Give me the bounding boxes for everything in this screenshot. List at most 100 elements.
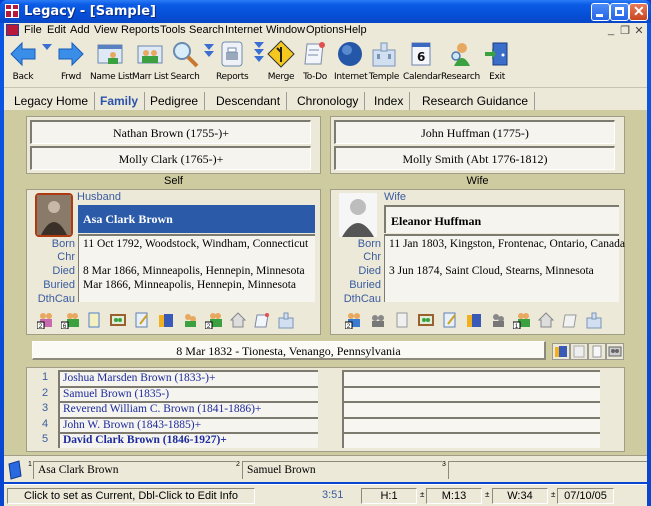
- todo-button[interactable]: To-Do: [300, 40, 330, 82]
- bookmark-book-icon[interactable]: [6, 460, 24, 480]
- mdi-close-button[interactable]: ✕: [632, 24, 646, 37]
- parents-icon[interactable]: 1: [513, 311, 531, 329]
- child-spouse-slot[interactable]: [342, 432, 600, 448]
- edit-individual-icon[interactable]: [441, 311, 459, 329]
- husband-died-row[interactable]: Died 8 Mar 1866, Minneapolis, Hennepin, M…: [52, 265, 315, 279]
- wife-father-button[interactable]: John Huffman (1775-): [334, 120, 615, 144]
- bookmark-3[interactable]: [448, 461, 647, 479]
- menu-view[interactable]: View: [94, 24, 118, 36]
- close-button[interactable]: ✕: [629, 3, 648, 21]
- wife-facts[interactable]: Born 11 Jan 1803, Kingston, Frontenac, On…: [344, 234, 625, 305]
- wife-buried-row[interactable]: Buried: [349, 279, 619, 293]
- exit-button[interactable]: Exit: [482, 40, 512, 82]
- sources-book-icon[interactable]: [465, 311, 483, 329]
- tab-research-guidance[interactable]: Research Guidance: [422, 92, 536, 110]
- child-spouse-slot[interactable]: [342, 385, 600, 402]
- sources-book-icon[interactable]: [157, 311, 175, 329]
- document-icon[interactable]: [6, 24, 19, 36]
- tab-pedigree[interactable]: Pedigree: [150, 92, 206, 110]
- mdi-restore-button[interactable]: ❐: [618, 24, 632, 37]
- lds-temple-icon[interactable]: [585, 311, 603, 329]
- menu-reports[interactable]: Reports: [121, 24, 160, 36]
- tab-family[interactable]: Family: [100, 92, 146, 110]
- reports-dropdown[interactable]: [254, 42, 264, 48]
- wife-photo[interactable]: [339, 193, 377, 237]
- child-row[interactable]: Samuel Brown (1835-): [58, 385, 318, 402]
- tab-index[interactable]: Index: [374, 92, 411, 110]
- siblings-icon[interactable]: [181, 311, 199, 329]
- children-icon[interactable]: 6: [61, 311, 79, 329]
- children-disabled-icon[interactable]: [369, 311, 387, 329]
- marriage-pictures-button[interactable]: [606, 343, 624, 360]
- forward-button[interactable]: Frwd: [54, 40, 88, 82]
- temple-button[interactable]: Temple: [368, 40, 400, 82]
- search-button[interactable]: Search: [170, 40, 200, 82]
- marriage-list-button[interactable]: Marr List: [132, 40, 169, 82]
- marriage-sources-button[interactable]: [552, 343, 570, 360]
- calendar-button[interactable]: 6 Calendar: [403, 40, 441, 82]
- merge-button[interactable]: Merge: [266, 40, 296, 82]
- reports-button[interactable]: Reports: [216, 40, 249, 82]
- marriage-notes-button[interactable]: [588, 343, 606, 360]
- menu-edit[interactable]: Edit: [47, 24, 66, 36]
- minimize-button[interactable]: [591, 3, 610, 21]
- child-spouse-slot[interactable]: [342, 401, 600, 417]
- wife-dthcau-row[interactable]: DthCau: [344, 293, 619, 307]
- menu-search[interactable]: Search: [189, 24, 224, 36]
- child-row[interactable]: Joshua Marsden Brown (1833-)+: [58, 370, 318, 386]
- name-list-button[interactable]: Name List: [90, 40, 133, 82]
- husband-born-row[interactable]: Born 11 Oct 1792, Woodstock, Windham, Con…: [52, 238, 315, 252]
- wife-chr-row[interactable]: Chr: [363, 251, 619, 265]
- child-spouse-slot[interactable]: [342, 416, 600, 433]
- husband-name[interactable]: Asa Clark Brown: [78, 205, 315, 233]
- notes-empty-icon[interactable]: [393, 311, 411, 329]
- child-spouse-slot[interactable]: [342, 370, 600, 386]
- edit-individual-icon[interactable]: [133, 311, 151, 329]
- notes-icon[interactable]: [85, 311, 103, 329]
- self-mother-button[interactable]: Molly Clark (1765-)+: [30, 146, 311, 170]
- research-button[interactable]: Research: [441, 40, 480, 82]
- child-row[interactable]: John W. Brown (1843-1885)+: [58, 416, 318, 433]
- bookmark-2[interactable]: Samuel Brown: [242, 461, 442, 479]
- menu-file[interactable]: File: [24, 24, 42, 36]
- spouses-icon[interactable]: 2: [37, 311, 55, 329]
- child-row[interactable]: Reverend William C. Brown (1841-1886)+: [58, 401, 318, 417]
- bookmark-1[interactable]: Asa Clark Brown: [33, 461, 236, 479]
- picture-icon[interactable]: [109, 311, 127, 329]
- menu-add[interactable]: Add: [70, 24, 90, 36]
- search-dropdown[interactable]: [204, 44, 214, 50]
- self-father-button[interactable]: Nathan Brown (1755-)+: [30, 120, 311, 144]
- todo-icon[interactable]: [253, 311, 271, 329]
- address-house-icon[interactable]: [537, 311, 555, 329]
- internet-button[interactable]: Internet: [334, 40, 368, 82]
- tab-chronology[interactable]: Chronology: [297, 92, 366, 110]
- marriage-info[interactable]: 8 Mar 1832 - Tionesta, Venango, Pennsylv…: [32, 341, 546, 360]
- tab-descendant[interactable]: Descendant: [216, 92, 288, 110]
- picture-icon[interactable]: [417, 311, 435, 329]
- menu-tools[interactable]: Tools: [160, 24, 186, 36]
- address-house-icon[interactable]: [229, 311, 247, 329]
- spouses-icon[interactable]: 2: [345, 311, 363, 329]
- husband-facts[interactable]: Born 11 Oct 1792, Woodstock, Windham, Con…: [38, 234, 315, 305]
- siblings-disabled-icon[interactable]: [489, 311, 507, 329]
- menu-internet[interactable]: Internet: [225, 24, 262, 36]
- back-button[interactable]: Back: [6, 40, 40, 82]
- husband-photo[interactable]: [35, 193, 73, 237]
- husband-chr-row[interactable]: Chr: [57, 251, 315, 265]
- maximize-button[interactable]: [610, 3, 629, 21]
- menu-window[interactable]: Window: [266, 24, 305, 36]
- tab-legacy-home[interactable]: Legacy Home: [14, 92, 96, 110]
- wife-born-row[interactable]: Born 11 Jan 1803, Kingston, Frontenac, On…: [358, 238, 625, 252]
- lds-temple-icon[interactable]: [277, 311, 295, 329]
- wife-died-row[interactable]: Died 3 Jun 1874, Saint Cloud, Stearns, Mi…: [358, 265, 619, 279]
- mdi-minimize-button[interactable]: _: [604, 24, 618, 37]
- wife-name[interactable]: Eleanor Huffman: [384, 205, 619, 233]
- marriage-edit-button[interactable]: [570, 343, 588, 360]
- husband-dthcau-row[interactable]: DthCau: [38, 293, 315, 307]
- todo-empty-icon[interactable]: [561, 311, 579, 329]
- wife-mother-button[interactable]: Molly Smith (Abt 1776-1812): [334, 146, 615, 170]
- husband-buried-row[interactable]: Buried Mar 1866, Minneapolis, Hennepin, M…: [43, 279, 315, 293]
- back-history-dropdown[interactable]: [42, 44, 52, 50]
- parents-icon[interactable]: 2: [205, 311, 223, 329]
- menu-options[interactable]: Options: [306, 24, 344, 36]
